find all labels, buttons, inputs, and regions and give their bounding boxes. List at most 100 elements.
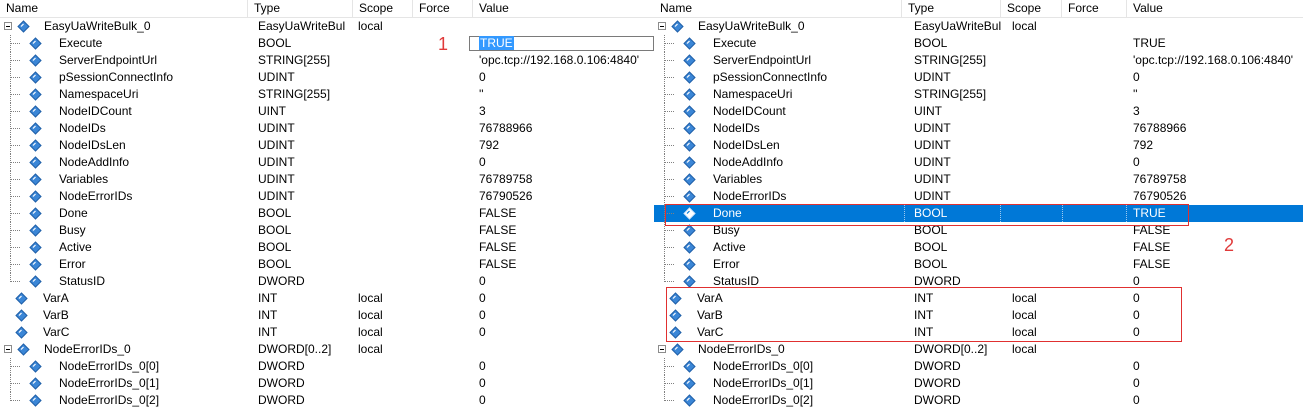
variable-value[interactable]: FALSE — [479, 205, 516, 222]
column-header-name[interactable]: Name — [0, 0, 248, 17]
column-header-type[interactable]: Type — [248, 0, 353, 17]
variable-value[interactable]: 3 — [1133, 103, 1140, 120]
variable-value[interactable]: 76789758 — [479, 171, 532, 188]
table-row[interactable]: NodeAddInfo UDINT 0 — [654, 154, 1303, 171]
variable-value[interactable]: 76790526 — [479, 188, 532, 205]
column-header-force[interactable]: Force — [1062, 0, 1127, 17]
collapse-minus-icon[interactable] — [658, 22, 666, 30]
variable-name: EasyUaWriteBulk_0 — [698, 19, 805, 33]
table-row[interactable]: NodeIDCount UINT 3 — [654, 103, 1303, 120]
table-row[interactable]: NamespaceUri STRING[255] '' — [0, 86, 654, 103]
table-row[interactable]: pSessionConnectInfo UDINT 0 — [0, 69, 654, 86]
variable-value[interactable]: 0 — [479, 358, 486, 375]
variable-value[interactable]: TRUE — [469, 35, 654, 52]
variable-value[interactable]: 0 — [479, 307, 486, 324]
tree-connector — [10, 196, 20, 197]
table-row[interactable]: NodeErrorIDs_0[2] DWORD 0 — [654, 392, 1303, 409]
variable-value[interactable]: 0 — [479, 324, 486, 341]
tree-connector — [664, 145, 674, 146]
variable-value[interactable]: 76788966 — [479, 120, 532, 137]
table-row[interactable]: NodeErrorIDs UDINT 76790526 — [654, 188, 1303, 205]
table-row[interactable]: VarB INT local 0 — [0, 307, 654, 324]
table-row[interactable]: NodeIDs UDINT 76788966 — [654, 120, 1303, 137]
table-row[interactable]: Error BOOL FALSE — [0, 256, 654, 273]
table-row[interactable]: Execute BOOL TRUE — [654, 35, 1303, 52]
table-row[interactable]: ServerEndpointUrl STRING[255] 'opc.tcp://1… — [654, 52, 1303, 69]
table-row[interactable]: Done BOOL FALSE — [0, 205, 654, 222]
table-row[interactable]: NodeErrorIDs_0[0] DWORD 0 — [654, 358, 1303, 375]
variable-value[interactable]: 0 — [479, 392, 486, 409]
collapse-minus-icon[interactable] — [4, 22, 12, 30]
variable-value[interactable]: '' — [479, 86, 484, 103]
variable-value[interactable]: 3 — [479, 103, 486, 120]
table-row[interactable]: NodeErrorIDs_0[0] DWORD 0 — [0, 358, 654, 375]
variable-type: UDINT — [258, 189, 295, 203]
variable-value[interactable]: FALSE — [1133, 239, 1170, 256]
table-row[interactable]: NodeIDsLen UDINT 792 — [654, 137, 1303, 154]
variable-name: NodeErrorIDs_0 — [44, 342, 131, 356]
variable-value[interactable]: '' — [1133, 86, 1138, 103]
variable-value[interactable]: 0 — [479, 375, 486, 392]
variable-value[interactable]: 0 — [1133, 154, 1140, 171]
variable-value[interactable]: 76788966 — [1133, 120, 1186, 137]
table-row[interactable]: NodeIDsLen UDINT 792 — [0, 137, 654, 154]
table-row[interactable]: Execute BOOL TRUE — [0, 35, 654, 52]
table-row[interactable]: EasyUaWriteBulk_0 EasyUaWriteBul local — [654, 18, 1303, 35]
column-header-type[interactable]: Type — [902, 0, 1001, 17]
tree-connector — [664, 77, 674, 78]
table-row[interactable]: Error BOOL FALSE — [654, 256, 1303, 273]
table-row[interactable]: VarA INT local 0 — [0, 290, 654, 307]
column-header-name[interactable]: Name — [654, 0, 902, 17]
table-row[interactable]: Active BOOL FALSE — [0, 239, 654, 256]
column-header-scope[interactable]: Scope — [1001, 0, 1062, 17]
table-row[interactable]: NodeIDCount UINT 3 — [0, 103, 654, 120]
table-row[interactable]: NodeErrorIDs UDINT 76790526 — [0, 188, 654, 205]
variable-value[interactable]: 0 — [1133, 375, 1140, 392]
table-row[interactable]: NodeAddInfo UDINT 0 — [0, 154, 654, 171]
variable-value[interactable]: 0 — [1133, 69, 1140, 86]
value-edit-selection[interactable]: TRUE — [479, 36, 514, 50]
table-row[interactable]: pSessionConnectInfo UDINT 0 — [654, 69, 1303, 86]
variable-value[interactable]: 76789758 — [1133, 171, 1186, 188]
table-row[interactable]: StatusID DWORD 0 — [0, 273, 654, 290]
table-row[interactable]: ServerEndpointUrl STRING[255] 'opc.tcp://1… — [0, 52, 654, 69]
variable-value[interactable]: 0 — [1133, 358, 1140, 375]
variable-value[interactable]: 0 — [479, 154, 486, 171]
column-header-scope[interactable]: Scope — [353, 0, 413, 17]
variable-value[interactable]: 0 — [479, 69, 486, 86]
variable-value[interactable]: FALSE — [479, 222, 516, 239]
variable-value[interactable]: FALSE — [479, 239, 516, 256]
variable-value[interactable]: 'opc.tcp://192.168.0.106:4840' — [1133, 52, 1293, 69]
collapse-minus-icon[interactable] — [4, 345, 12, 353]
collapse-minus-icon[interactable] — [658, 345, 666, 353]
variable-value[interactable]: 792 — [1133, 137, 1153, 154]
variable-value[interactable]: 0 — [479, 290, 486, 307]
table-row[interactable]: NodeErrorIDs_0[2] DWORD 0 — [0, 392, 654, 409]
variable-diamond-icon — [29, 105, 42, 118]
variable-value[interactable]: FALSE — [479, 256, 516, 273]
table-row[interactable]: NodeIDs UDINT 76788966 — [0, 120, 654, 137]
tree-connector — [10, 77, 20, 78]
variable-value[interactable]: 'opc.tcp://192.168.0.106:4840' — [479, 52, 639, 69]
table-row[interactable]: Busy BOOL FALSE — [0, 222, 654, 239]
variable-value[interactable]: 0 — [479, 273, 486, 290]
table-row[interactable]: Variables UDINT 76789758 — [0, 171, 654, 188]
variable-value[interactable]: 792 — [479, 137, 499, 154]
variable-value[interactable]: 76790526 — [1133, 188, 1186, 205]
column-header-force[interactable]: Force — [413, 0, 473, 17]
column-header-value[interactable]: Value — [1127, 0, 1303, 17]
table-row[interactable]: NodeErrorIDs_0 DWORD[0..2] local — [0, 341, 654, 358]
table-row[interactable]: NodeErrorIDs_0[1] DWORD 0 — [654, 375, 1303, 392]
variable-value[interactable]: FALSE — [1133, 256, 1170, 273]
variable-value[interactable]: 0 — [1133, 392, 1140, 409]
variable-value[interactable]: TRUE — [1133, 35, 1166, 52]
table-row[interactable]: VarC INT local 0 — [0, 324, 654, 341]
table-row[interactable]: Variables UDINT 76789758 — [654, 171, 1303, 188]
table-row[interactable]: NodeErrorIDs_0[1] DWORD 0 — [0, 375, 654, 392]
table-row[interactable]: EasyUaWriteBulk_0 EasyUaWriteBul local — [0, 18, 654, 35]
table-row[interactable]: NamespaceUri STRING[255] '' — [654, 86, 1303, 103]
table-row[interactable]: NodeErrorIDs_0 DWORD[0..2] local — [654, 341, 1303, 358]
table-row[interactable]: Active BOOL FALSE — [654, 239, 1303, 256]
variable-scope: local — [1012, 342, 1037, 356]
column-header-value[interactable]: Value — [473, 0, 654, 17]
